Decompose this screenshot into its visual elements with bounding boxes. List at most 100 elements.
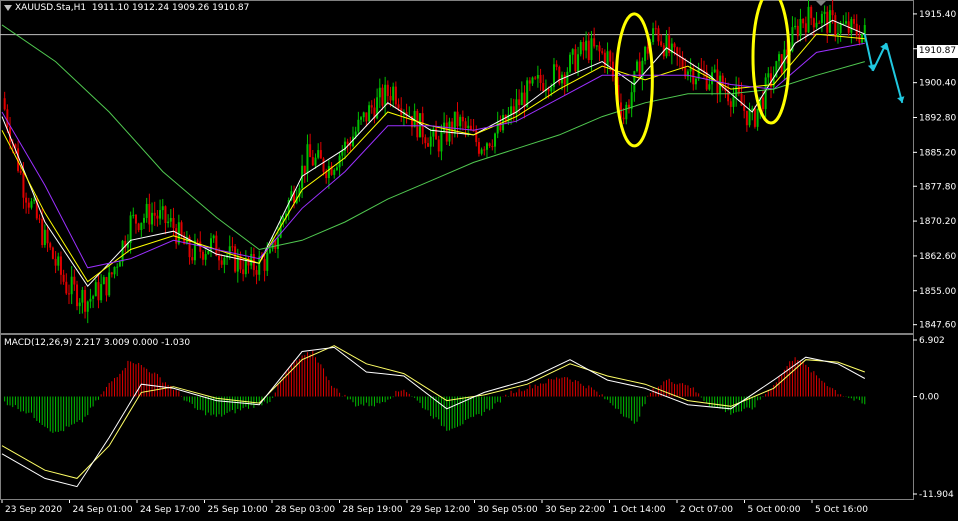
candle-bull bbox=[159, 210, 162, 219]
candle-bear bbox=[196, 240, 199, 242]
candle-bull bbox=[863, 25, 866, 34]
candle-bear bbox=[727, 91, 730, 102]
candle-bear bbox=[796, 25, 799, 37]
candle-bull bbox=[57, 256, 60, 266]
candle-bull bbox=[43, 229, 46, 246]
candle-bull bbox=[815, 22, 818, 28]
candle-bear bbox=[542, 82, 545, 92]
candle-bear bbox=[673, 43, 676, 48]
candle-bull bbox=[306, 144, 309, 174]
candle-bear bbox=[65, 281, 68, 294]
candle-bull bbox=[212, 235, 215, 239]
candle-bear bbox=[657, 28, 660, 42]
candle-bull bbox=[510, 106, 513, 115]
candle-bear bbox=[483, 149, 486, 151]
candle-bear bbox=[322, 158, 325, 172]
candle-bull bbox=[33, 199, 36, 202]
macd-chart-svg[interactable]: 6.902 0.00 -11.904 bbox=[0, 334, 958, 500]
candle-bull bbox=[494, 133, 497, 147]
candle-bull bbox=[341, 150, 344, 156]
candle-bear bbox=[164, 206, 167, 224]
candle-bull bbox=[207, 250, 210, 255]
candle-bull bbox=[236, 255, 239, 272]
candle-bear bbox=[46, 229, 49, 244]
candle-bear bbox=[231, 246, 234, 248]
candle-bull bbox=[751, 108, 754, 110]
candle-bear bbox=[242, 269, 245, 275]
candle-bull bbox=[108, 272, 111, 296]
candle-bear bbox=[456, 111, 459, 127]
candle-bull bbox=[392, 86, 395, 101]
candle-bull bbox=[694, 78, 697, 85]
candle-bull bbox=[113, 267, 116, 275]
candle-bear bbox=[97, 282, 100, 301]
candle-bull bbox=[177, 222, 180, 244]
candle-bull bbox=[735, 86, 738, 97]
chart-shift-marker-icon bbox=[815, 0, 827, 6]
candle-bear bbox=[220, 260, 223, 265]
candle-bear bbox=[365, 112, 368, 122]
candle-bull bbox=[636, 61, 639, 72]
candle-bear bbox=[831, 10, 834, 16]
candle-bear bbox=[593, 38, 596, 47]
price-chart-svg[interactable]: 1915.401907.801900.401892.801885.201877.… bbox=[0, 0, 958, 334]
candle-bull bbox=[836, 32, 839, 36]
x-tick-label: 5 Oct 16:00 bbox=[815, 505, 868, 515]
candle-bull bbox=[266, 252, 269, 271]
candle-bull bbox=[606, 51, 609, 66]
candle-bear bbox=[397, 104, 400, 109]
candle-bull bbox=[92, 296, 95, 299]
candle-bull bbox=[748, 109, 751, 126]
candle-bull bbox=[378, 87, 381, 98]
candle-bear bbox=[49, 243, 52, 248]
candle-bear bbox=[172, 217, 175, 229]
candle-bear bbox=[218, 255, 221, 261]
candle-bear bbox=[745, 110, 748, 126]
candle-bull bbox=[357, 119, 360, 132]
candle-bear bbox=[601, 51, 604, 53]
candle-bull bbox=[799, 19, 802, 37]
candle-bear bbox=[853, 19, 856, 24]
candle-bull bbox=[204, 254, 207, 260]
candle-bear bbox=[539, 75, 542, 83]
x-tick-label: 5 Oct 00:00 bbox=[748, 505, 801, 515]
candle-bull bbox=[151, 212, 154, 225]
candle-bear bbox=[303, 165, 306, 174]
x-tick-label: 28 Sep 03:00 bbox=[275, 505, 335, 515]
time-axis-svg: 23 Sep 2020 24 Sep 01:00 24 Sep 17:00 25 Se… bbox=[1, 500, 868, 515]
candle-bear bbox=[153, 212, 156, 216]
candle-bear bbox=[660, 41, 663, 46]
candle-bear bbox=[534, 77, 537, 79]
x-tick-label: 25 Sep 10:00 bbox=[208, 505, 268, 515]
macd-panel[interactable]: 6.902 0.00 -11.904 bbox=[0, 334, 958, 500]
candle-bear bbox=[491, 146, 494, 148]
candle-bear bbox=[563, 74, 566, 85]
candle-bull bbox=[820, 13, 823, 23]
candle-bear bbox=[148, 203, 151, 225]
y-tick-label: 1855.00 bbox=[919, 287, 956, 297]
candle-bear bbox=[84, 289, 87, 312]
candle-bear bbox=[464, 121, 467, 129]
candle-bull bbox=[577, 54, 580, 72]
candle-bear bbox=[528, 80, 531, 84]
candle-bull bbox=[778, 54, 781, 62]
candle-bull bbox=[250, 253, 253, 266]
candle-bull bbox=[550, 86, 553, 92]
candle-bear bbox=[255, 270, 258, 275]
candle-bear bbox=[19, 170, 22, 173]
forecast-arrowhead bbox=[897, 96, 905, 103]
candle-bull bbox=[850, 19, 853, 33]
candle-bull bbox=[732, 96, 735, 107]
candle-bull bbox=[362, 112, 365, 118]
y-tick-label: 1862.60 bbox=[919, 252, 956, 262]
candle-bear bbox=[311, 157, 314, 166]
candle-bull bbox=[335, 167, 338, 170]
candle-bull bbox=[839, 23, 842, 33]
y-tick-label: 1885.20 bbox=[919, 148, 956, 158]
candle-bear bbox=[51, 247, 54, 259]
price-panel[interactable]: 1915.401907.801900.401892.801885.201877.… bbox=[0, 0, 958, 334]
moving-average-line bbox=[1, 19, 865, 288]
candle-bear bbox=[38, 218, 41, 220]
candle-bull bbox=[585, 40, 588, 51]
candle-bull bbox=[368, 105, 371, 122]
